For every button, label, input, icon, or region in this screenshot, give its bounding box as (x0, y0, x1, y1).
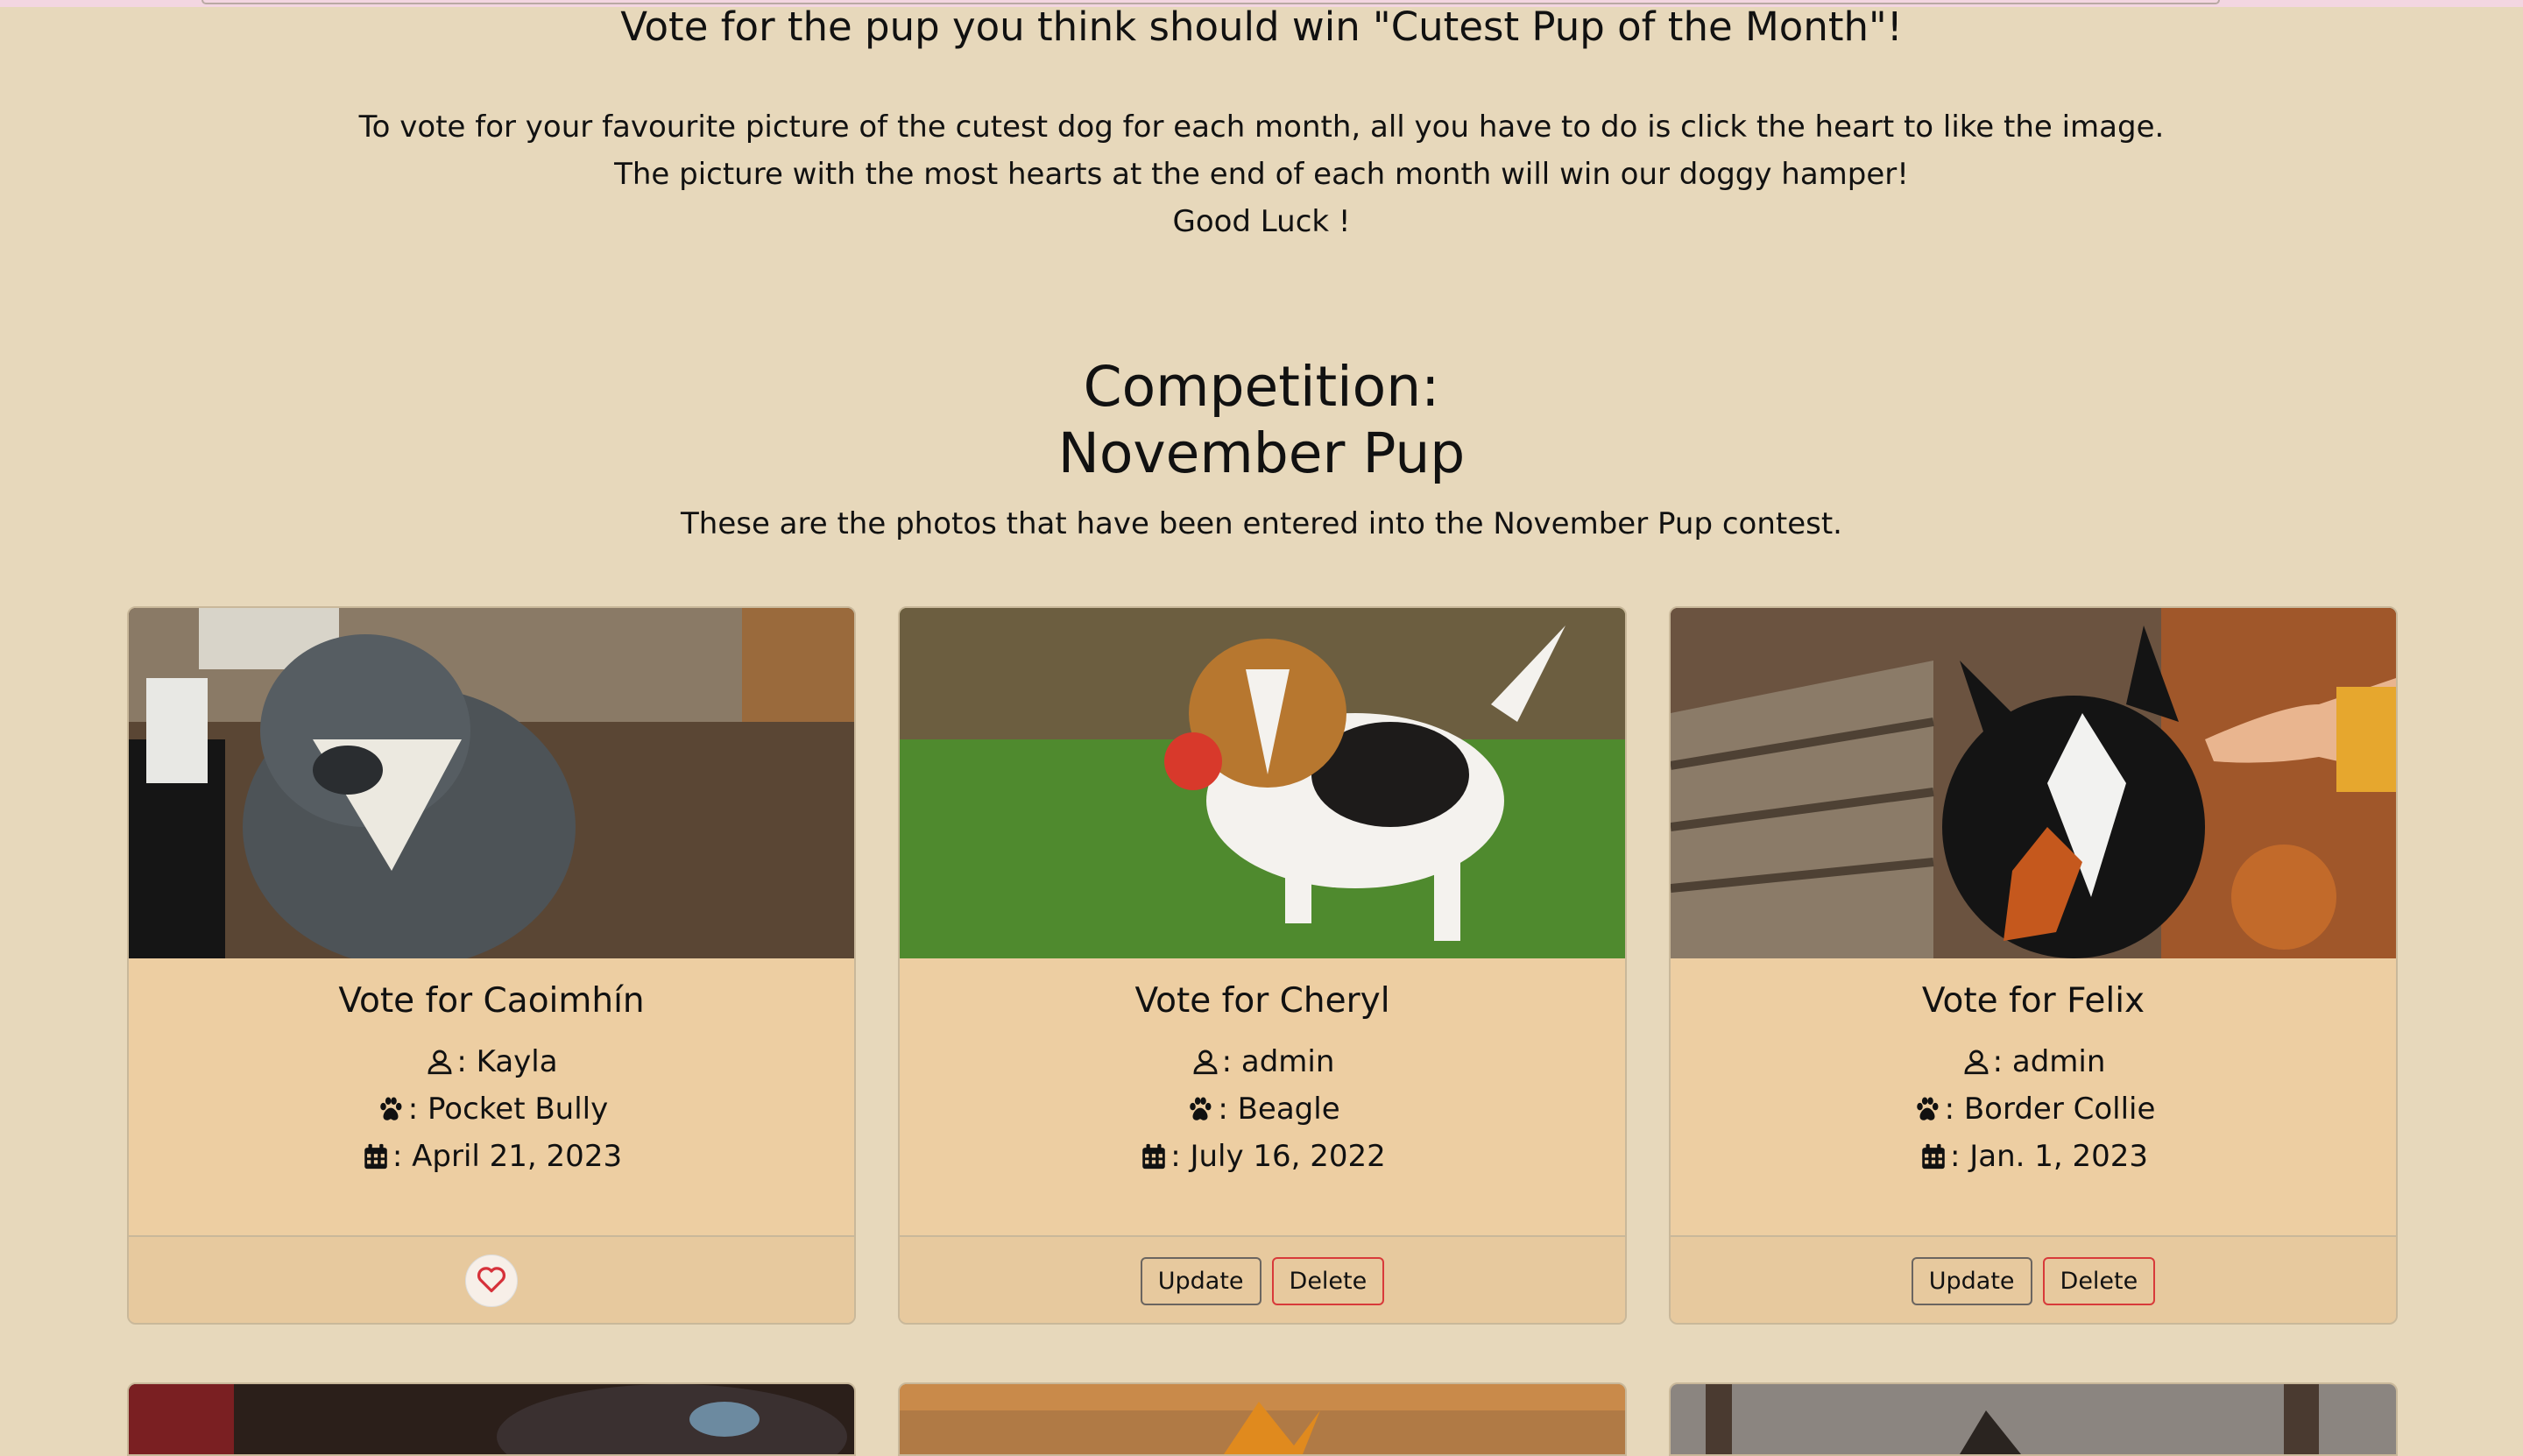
competition-name: November Pup (1057, 421, 1466, 485)
paw-icon (1184, 1094, 1216, 1124)
entry-body: Vote for Caoimhín : Kayla : Pocket Bully… (129, 958, 854, 1235)
update-button[interactable]: Update (1911, 1256, 2032, 1305)
entry-footer (129, 1235, 854, 1323)
calendar-icon (1919, 1141, 1948, 1171)
entry-photo (129, 608, 854, 958)
entry-card: Vote for Caoimhín : Kayla : Pocket Bully… (127, 606, 856, 1325)
intro-line: The picture with the most hearts at the … (614, 157, 1909, 192)
entry-body: Vote for Cheryl : admin : Beagle : July … (900, 958, 1625, 1235)
intro-text: To vote for your favourite picture of th… (0, 103, 2523, 245)
entry-owner: : admin (900, 1044, 1625, 1079)
entry-date: : Jan. 1, 2023 (1671, 1139, 2396, 1174)
entry-breed-value: : Pocket Bully (407, 1092, 609, 1127)
entry-date-value: : Jan. 1, 2023 (1949, 1139, 2149, 1174)
entry-breed: : Pocket Bully (129, 1092, 854, 1127)
entry-card: Vote for Felix : admin : Border Collie :… (1669, 606, 2398, 1325)
entry-owner: : Kayla (129, 1044, 854, 1079)
entry-owner-value: : admin (1992, 1044, 2106, 1079)
entry-owner: : admin (1671, 1044, 2396, 1079)
entry-date: : July 16, 2022 (900, 1139, 1625, 1174)
heart-icon (476, 1264, 507, 1297)
user-icon (425, 1047, 455, 1077)
entry-body: Vote for Felix : admin : Border Collie :… (1671, 958, 2396, 1235)
entry-title: Vote for Caoimhín (338, 981, 645, 1021)
entry-footer: Update Delete (900, 1235, 1625, 1323)
entry-date-value: : July 16, 2022 (1170, 1139, 1386, 1174)
calendar-icon (1139, 1141, 1169, 1171)
entry-breed: : Beagle (900, 1092, 1625, 1127)
entry-owner-value: : Kayla (456, 1044, 558, 1079)
paw-icon (375, 1094, 406, 1124)
entry-title: Vote for Cheryl (1134, 981, 1390, 1021)
entry-card-partial (127, 1382, 856, 1456)
intro-line: To vote for your favourite picture of th… (358, 110, 2165, 145)
like-button[interactable] (465, 1255, 518, 1307)
entry-breed-value: : Border Collie (1944, 1092, 2156, 1127)
entry-owner-value: : admin (1221, 1044, 1335, 1079)
entry-card-partial (898, 1382, 1627, 1456)
entry-card: Vote for Cheryl : admin : Beagle : July … (898, 606, 1627, 1325)
entry-photo (1671, 608, 2396, 958)
user-icon (1961, 1047, 1991, 1077)
competition-title: Competition: November Pup (0, 354, 2523, 487)
entry-date-value: : April 21, 2023 (392, 1139, 623, 1174)
calendar-icon (361, 1141, 391, 1171)
entry-title: Vote for Felix (1921, 981, 2145, 1021)
user-icon (1191, 1047, 1220, 1077)
delete-button[interactable]: Delete (2042, 1256, 2156, 1305)
delete-button[interactable]: Delete (1271, 1256, 1385, 1305)
page-headline: Vote for the pup you think should win "C… (620, 4, 1903, 50)
entry-breed-value: : Beagle (1218, 1092, 1340, 1127)
intro-line: Good Luck ! (1172, 204, 1351, 239)
entry-breed: : Border Collie (1671, 1092, 2396, 1127)
competition-label: Competition: (1083, 355, 1440, 419)
entry-card-partial (1669, 1382, 2398, 1456)
update-button[interactable]: Update (1140, 1256, 1262, 1305)
entry-date: : April 21, 2023 (129, 1139, 854, 1174)
entry-photo (900, 608, 1625, 958)
competition-description: These are the photos that have been ente… (681, 506, 1842, 541)
paw-icon (1912, 1094, 1943, 1124)
entry-footer: Update Delete (1671, 1235, 2396, 1323)
